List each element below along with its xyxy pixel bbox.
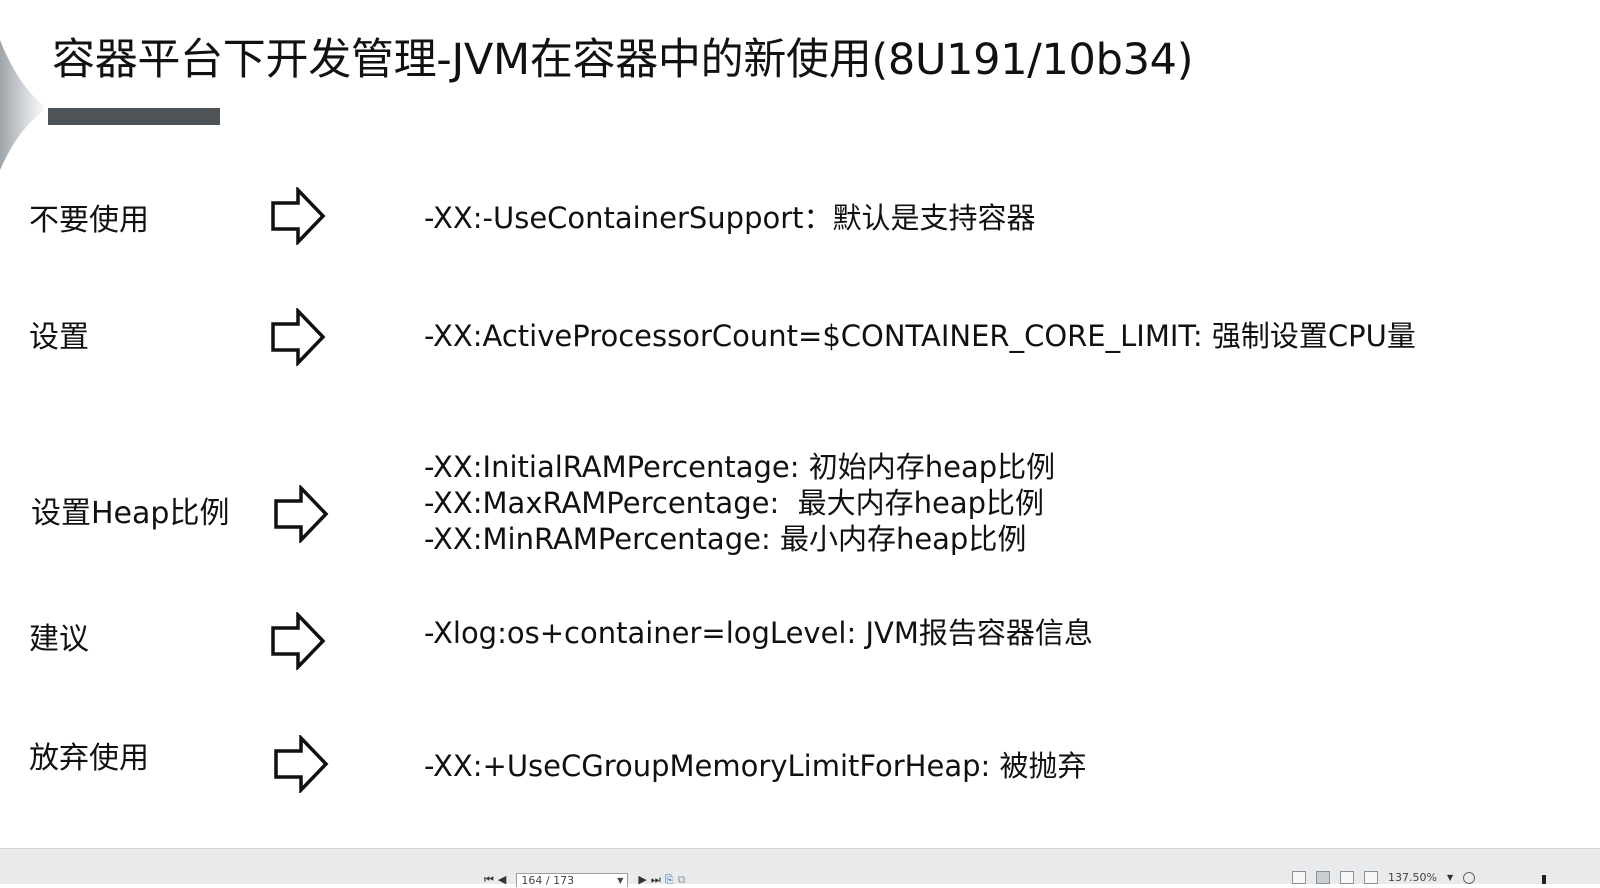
page-navigation: ⏮ ◀ 164 / 173 ▼ ▶ ⏭ ⎘ ⧉ — [484, 873, 685, 887]
first-page-icon[interactable]: ⏮ — [484, 874, 494, 886]
right-arrow-icon — [274, 735, 329, 793]
right-arrow-icon — [271, 308, 326, 366]
row-label-disable: 不要使用 — [29, 203, 149, 238]
zoom-dropdown-icon[interactable]: ▼ — [1447, 872, 1453, 884]
row-text-deprecated: -XX:+UseCGroupMemoryLimitForHeap: 被抛弃 — [424, 749, 1087, 783]
row-label-suggest: 建议 — [29, 622, 89, 657]
slide-canvas: 容器平台下开发管理-JVM在容器中的新使用(8U191/10b34) 不要使用 … — [0, 0, 1600, 848]
row-text-heap-max: -XX:MaxRAMPercentage: 最大内存heap比例 — [424, 486, 1045, 520]
zoom-level[interactable]: 137.50% — [1388, 871, 1437, 884]
outline-icon[interactable] — [1364, 871, 1378, 884]
prev-page-icon[interactable]: ◀ — [498, 874, 506, 886]
two-page-icon[interactable] — [1340, 871, 1354, 884]
continuous-page-icon[interactable] — [1316, 871, 1330, 884]
zoom-out-icon[interactable] — [1463, 871, 1476, 884]
view-controls: 137.50% ▼ — [1292, 871, 1476, 884]
slide-title: 容器平台下开发管理-JVM在容器中的新使用(8U191/10b34) — [52, 35, 1194, 85]
row-text-heap-min: -XX:MinRAMPercentage: 最小内存heap比例 — [424, 522, 1027, 556]
row-label-set: 设置 — [29, 320, 89, 355]
status-bar: ⏮ ◀ 164 / 173 ▼ ▶ ⏭ ⎘ ⧉ 137.50% ▼ — [0, 848, 1600, 887]
right-arrow-icon — [274, 485, 329, 543]
title-underline-bar — [48, 108, 220, 125]
row-label-deprecated: 放弃使用 — [29, 741, 149, 776]
corner-decoration — [0, 40, 48, 170]
copy-icon[interactable]: ⧉ — [678, 874, 686, 886]
row-text-suggest: -Xlog:os+container=logLevel: JVM报告容器信息 — [424, 616, 1093, 650]
last-page-icon[interactable]: ⏭ — [651, 874, 661, 886]
goto-page-icon[interactable]: ⎘ — [665, 874, 674, 886]
single-page-icon[interactable] — [1292, 871, 1306, 884]
right-arrow-icon — [271, 187, 326, 245]
row-label-heap: 设置Heap比例 — [31, 496, 230, 531]
row-text-set: -XX:ActiveProcessorCount=$CONTAINER_CORE… — [424, 319, 1416, 353]
row-text-disable: -XX:-UseContainerSupport：默认是支持容器 — [424, 201, 1036, 235]
chevron-down-icon[interactable]: ▼ — [617, 874, 623, 888]
right-arrow-icon — [271, 612, 326, 670]
page-indicator-text: 164 / 173 — [521, 874, 575, 887]
row-text-heap-initial: -XX:InitialRAMPercentage: 初始内存heap比例 — [424, 450, 1056, 484]
next-page-icon[interactable]: ▶ — [638, 874, 646, 886]
page-indicator-input[interactable]: 164 / 173 ▼ — [516, 873, 629, 888]
